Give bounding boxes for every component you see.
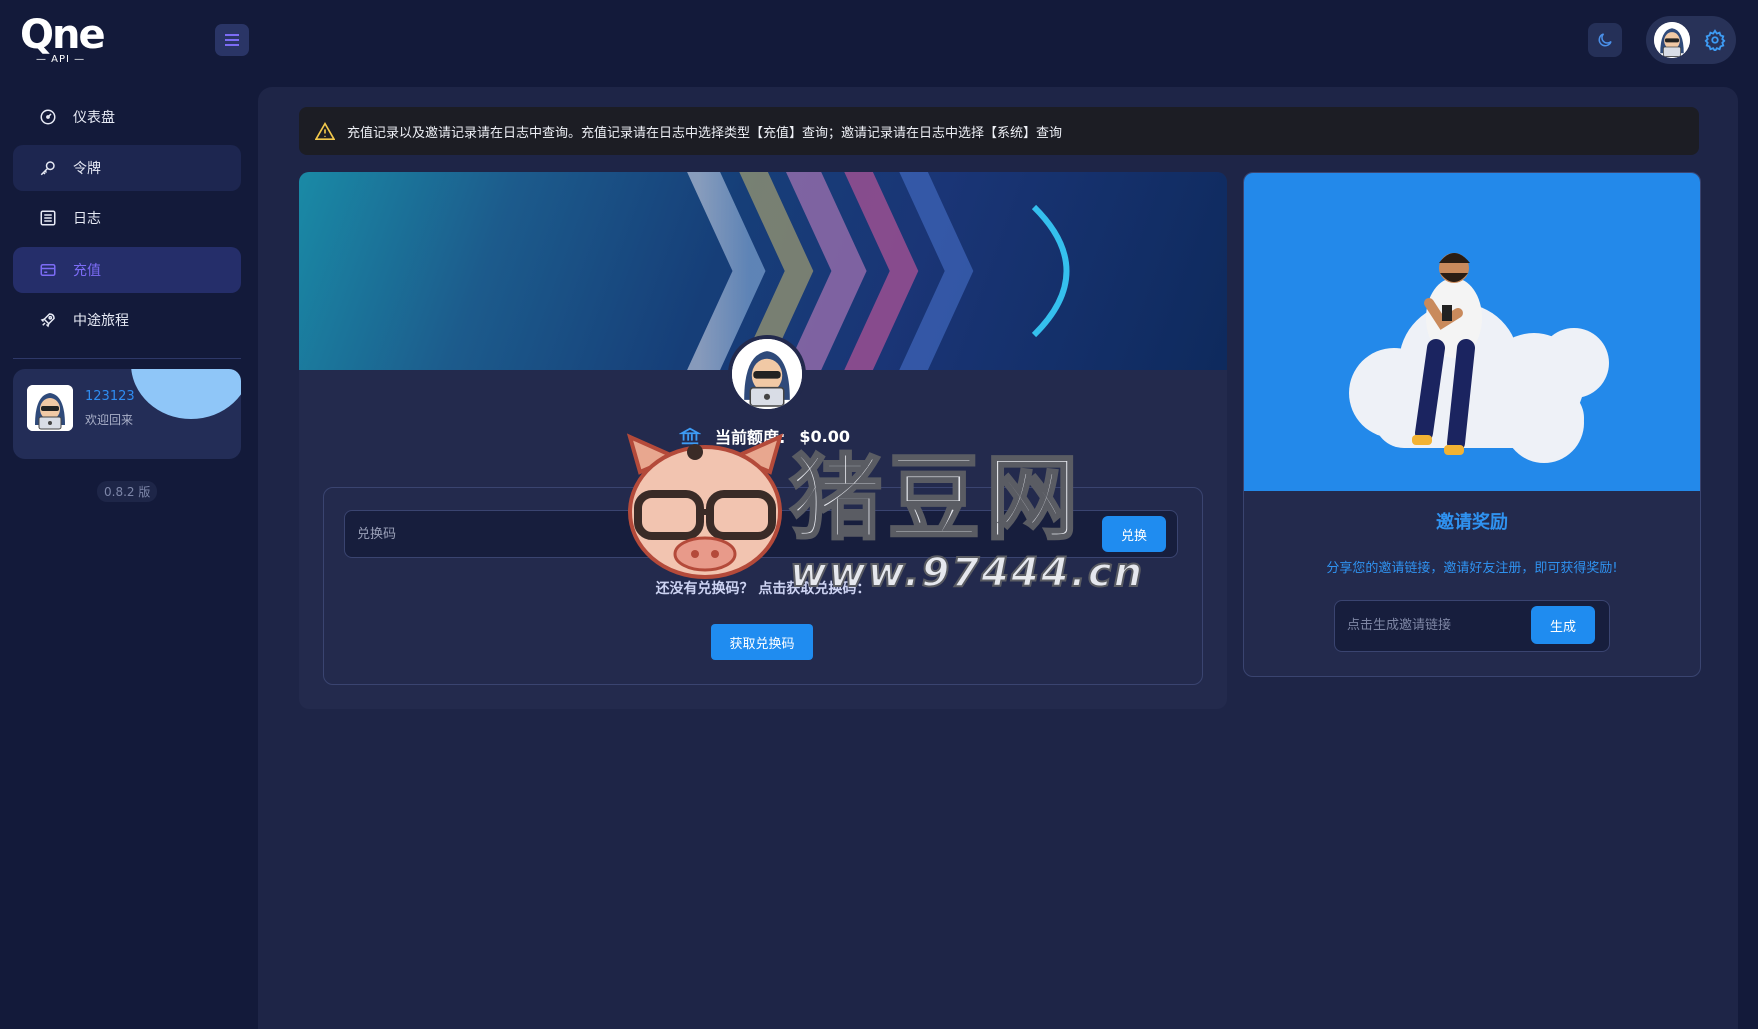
wallet-icon: [37, 259, 59, 281]
sidebar-item-label: 仪表盘: [73, 107, 115, 127]
dashboard-icon: [37, 106, 59, 128]
logo-subtitle: — API —: [36, 54, 85, 65]
app-logo[interactable]: Qne — API —: [20, 14, 110, 70]
list-icon: [37, 207, 59, 229]
avatar: [27, 385, 73, 431]
invite-description: 分享您的邀请链接，邀请好友注册，即可获得奖励!: [1244, 557, 1700, 576]
card-decoration: [131, 369, 241, 419]
generate-link-button[interactable]: 生成: [1531, 606, 1595, 644]
user-menu[interactable]: [1646, 16, 1736, 64]
invite-title: 邀请奖励: [1244, 508, 1700, 534]
sidebar-item-tokens[interactable]: 令牌: [13, 145, 241, 191]
invite-card: 邀请奖励 分享您的邀请链接，邀请好友注册，即可获得奖励! 生成: [1243, 172, 1701, 677]
watermark: 猪豆网 www.97444.cn: [620, 432, 1140, 602]
sidebar-item-topup[interactable]: 充值: [13, 247, 241, 293]
pig-logo-icon: [620, 432, 790, 582]
moon-icon: [1596, 31, 1614, 49]
invite-link-input[interactable]: [1335, 601, 1525, 649]
get-code-button[interactable]: 获取兑换码: [711, 624, 813, 660]
info-alert: 充值记录以及邀请记录请在日志中查询。充值记录请在日志中选择类型【充值】查询；邀请…: [299, 107, 1699, 155]
welcome-text: 欢迎回来: [85, 411, 133, 428]
invite-link-box: 生成: [1334, 600, 1610, 652]
sidebar-item-label: 日志: [73, 208, 101, 228]
invite-illustration: [1244, 173, 1700, 491]
sidebar: Qne — API — 仪表盘 令牌 日志 充值 中途旅程: [0, 0, 256, 1029]
sidebar-item-label: 中途旅程: [73, 310, 129, 330]
avatar: [728, 335, 806, 413]
gear-icon[interactable]: [1704, 29, 1726, 55]
sidebar-item-label: 令牌: [73, 158, 101, 178]
version-badge: 0.8.2 版: [97, 481, 157, 502]
menu-toggle-button[interactable]: [215, 24, 249, 56]
sidebar-item-label: 充值: [73, 260, 101, 280]
sidebar-item-dashboard[interactable]: 仪表盘: [13, 94, 241, 140]
sidebar-divider: [13, 358, 241, 359]
rocket-icon: [37, 309, 59, 331]
username: 123123: [85, 389, 135, 404]
sidebar-item-logs[interactable]: 日志: [13, 195, 241, 241]
sidebar-item-midjourney[interactable]: 中途旅程: [13, 297, 241, 343]
hamburger-icon: [224, 33, 240, 47]
watermark-url: www.97444.cn: [790, 550, 1144, 596]
key-icon: [37, 157, 59, 179]
watermark-title: 猪豆网: [790, 424, 1084, 557]
warning-icon: [315, 122, 335, 140]
alert-text: 充值记录以及邀请记录请在日志中查询。充值记录请在日志中选择类型【充值】查询；邀请…: [347, 122, 1062, 141]
avatar: [1654, 22, 1690, 58]
user-card[interactable]: 123123 欢迎回来: [13, 369, 241, 459]
theme-toggle-button[interactable]: [1588, 23, 1622, 57]
logo-text: Qne: [20, 14, 110, 56]
